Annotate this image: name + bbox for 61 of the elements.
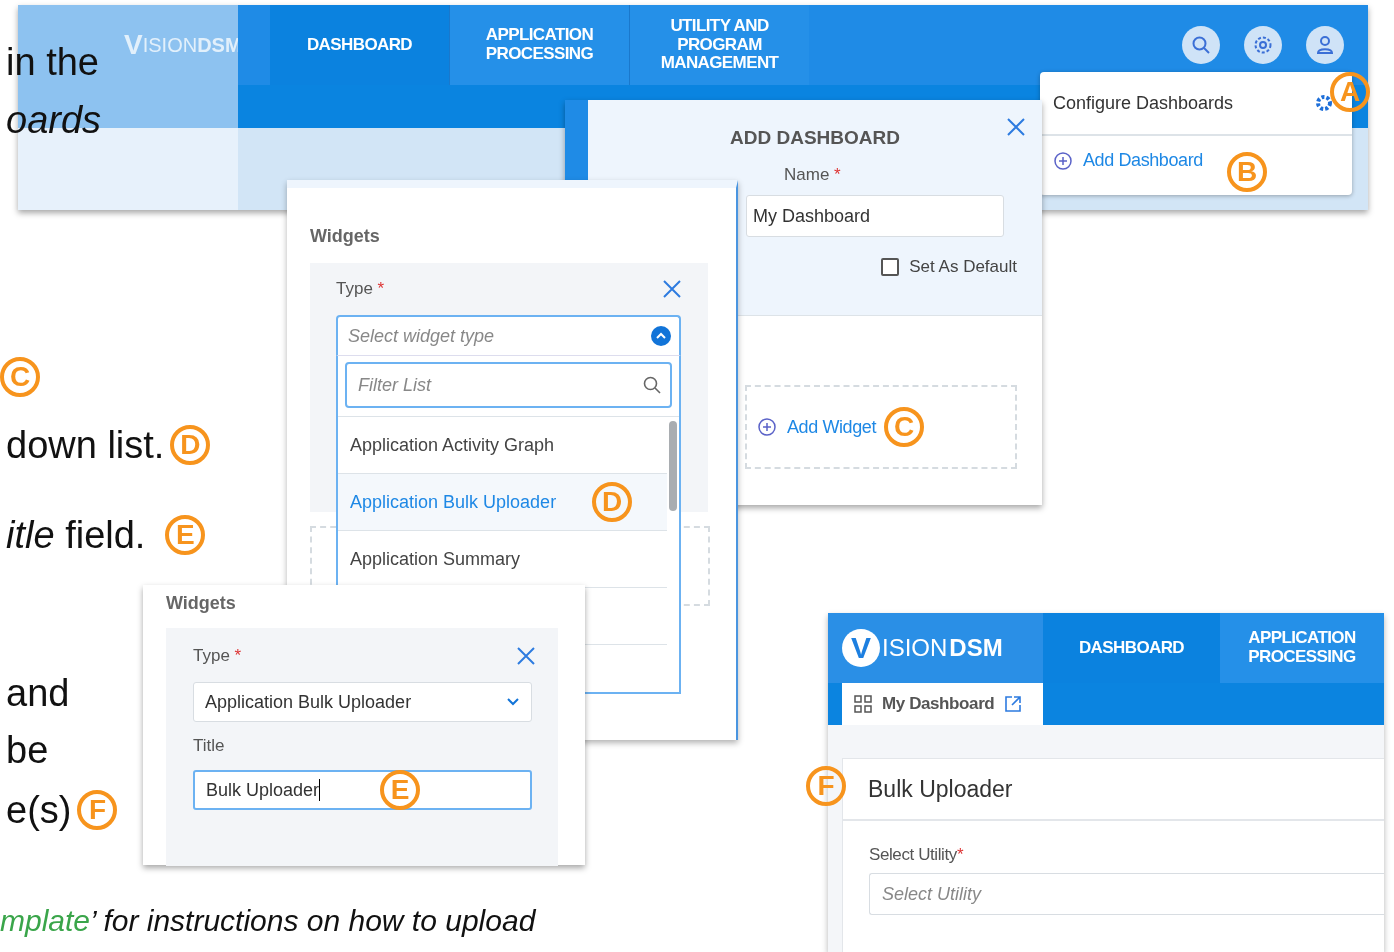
callout-marker: D	[592, 482, 633, 522]
field-label: Type *	[336, 279, 385, 299]
close-icon[interactable]	[662, 279, 682, 299]
utility-select[interactable]: Select Utility	[869, 873, 1384, 915]
settings-icon[interactable]	[1314, 93, 1334, 113]
document-text: down list.	[6, 423, 165, 467]
widget-type-dropdown[interactable]: Select widget type	[336, 315, 681, 355]
callout-marker: D	[170, 425, 211, 465]
grid-icon	[854, 695, 872, 713]
callout-marker: F	[77, 790, 118, 830]
scrollbar[interactable]	[669, 421, 677, 511]
external-link-icon[interactable]	[1004, 695, 1023, 713]
document-link[interactable]: mplate	[0, 904, 91, 937]
user-icon[interactable]	[1306, 26, 1344, 64]
filter-input[interactable]: Filter List	[345, 362, 672, 408]
close-icon[interactable]	[516, 646, 536, 666]
chevron-up-icon	[651, 326, 671, 346]
plus-circle-icon	[757, 417, 777, 437]
nav-tab[interactable]: DASHBOARD	[270, 5, 449, 85]
panel-heading: Widgets	[310, 226, 380, 247]
close-icon[interactable]	[1006, 117, 1026, 137]
checkbox-label: Set As Default	[909, 257, 1017, 277]
dialog-title: ADD DASHBOARD	[729, 127, 901, 149]
menu-title: Configure Dashboards	[1053, 92, 1234, 114]
name-input[interactable]: My Dashboard	[746, 195, 1004, 237]
callout-marker: E	[165, 515, 206, 555]
nav-tab[interactable]: DASHBOARD	[1043, 613, 1220, 683]
callout-marker: B	[1227, 152, 1267, 192]
document-text: in the	[6, 40, 99, 84]
document-text: ’ for instructions on how to upload	[90, 904, 536, 937]
document-text: and	[6, 671, 70, 715]
callout-marker: F	[806, 766, 846, 806]
panel-heading: Widgets	[166, 593, 236, 614]
field-label: Name *	[784, 165, 841, 185]
dropdown-option[interactable]: Application Bulk Uploader D	[338, 474, 667, 531]
callout-marker: C	[0, 357, 40, 397]
dashboard-tab[interactable]: My Dashboard	[842, 683, 1043, 725]
card-title: Bulk Uploader	[868, 775, 1013, 803]
add-dashboard-item[interactable]: Add Dashboard	[1040, 136, 1216, 185]
widget-type-dropdown[interactable]: Application Bulk Uploader	[193, 682, 532, 722]
title-input[interactable]: Bulk Uploader E	[193, 770, 532, 810]
nav-tab[interactable]: APPLICATION PROCESSING	[449, 5, 629, 85]
add-widget-link[interactable]: Add Widget	[757, 416, 877, 438]
field-label: Type *	[193, 646, 242, 666]
checkbox[interactable]	[881, 258, 900, 276]
search-icon	[642, 375, 662, 395]
field-label: Select Utility*	[869, 845, 964, 865]
nav-tab[interactable]: APPLICATION PROCESSING	[1220, 613, 1384, 683]
logo: V ISION DSM	[828, 613, 1043, 683]
search-icon[interactable]	[1182, 26, 1220, 64]
callout-marker: E	[380, 770, 421, 810]
settings-icon[interactable]	[1244, 26, 1282, 64]
plus-circle-icon	[1053, 150, 1073, 171]
field-label: Title	[193, 736, 226, 756]
chevron-down-icon	[507, 698, 519, 706]
document-text: be	[6, 728, 49, 772]
document-text: e(s)	[6, 788, 72, 832]
callout-marker: C	[884, 407, 925, 447]
nav-tab[interactable]: UTILITY AND PROGRAM MANAGEMENT	[629, 5, 809, 85]
document-text: oards	[6, 98, 102, 142]
document-text: itle field.	[6, 513, 146, 557]
